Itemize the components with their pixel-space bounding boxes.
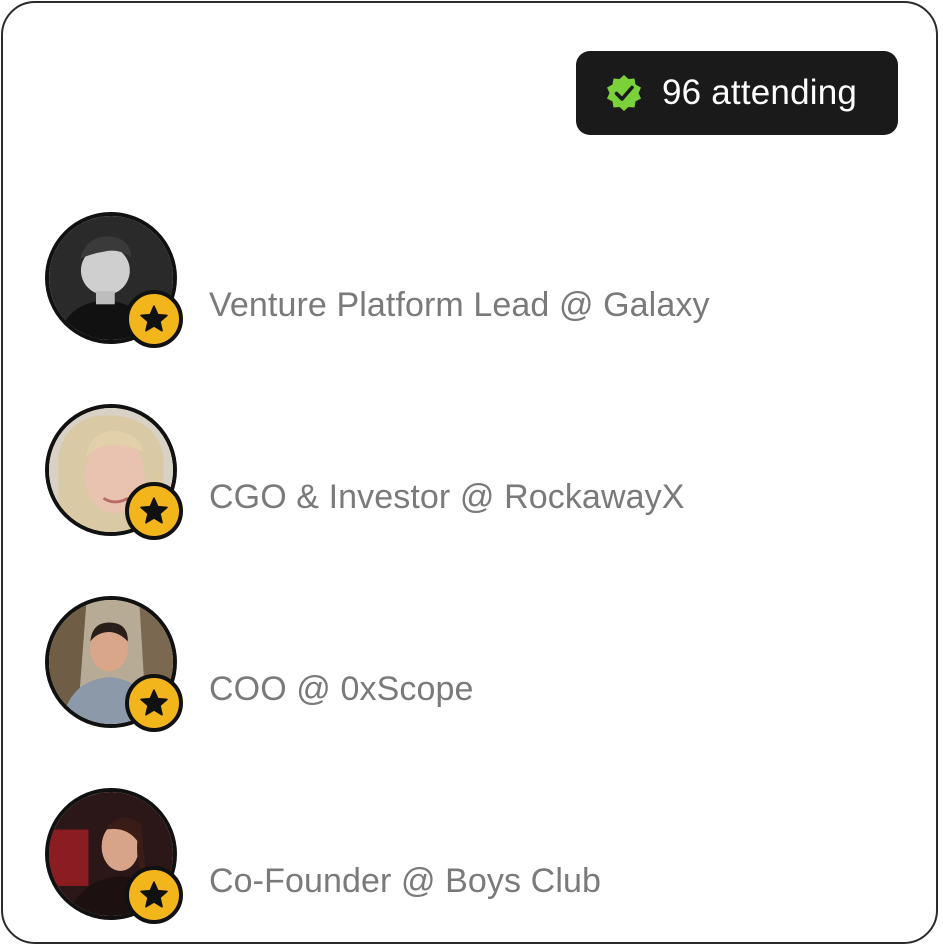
attendee-title: CGO & Investor @ RockawayX xyxy=(209,478,685,516)
star-icon xyxy=(140,497,168,524)
attendee-row[interactable]: Venture Platform Lead @ Galaxy xyxy=(45,212,905,348)
star-icon xyxy=(140,689,168,716)
attendee-title: Co-Founder @ Boys Club xyxy=(209,862,601,900)
featured-badge xyxy=(125,866,183,924)
attending-count-badge[interactable]: 96 attending xyxy=(576,51,898,135)
verified-check-icon xyxy=(607,75,641,111)
featured-badge xyxy=(125,290,183,348)
star-icon xyxy=(140,305,168,332)
attendees-card: 96 attending Venture Platform Lead @ Gal… xyxy=(1,1,938,944)
attendee-title: Venture Platform Lead @ Galaxy xyxy=(209,286,710,324)
featured-badge xyxy=(125,674,183,732)
attendee-row[interactable]: COO @ 0xScope xyxy=(45,596,905,732)
attendee-row[interactable]: Co-Founder @ Boys Club xyxy=(45,788,905,924)
featured-badge xyxy=(125,482,183,540)
star-icon xyxy=(140,881,168,908)
attendee-row[interactable]: CGO & Investor @ RockawayX xyxy=(45,404,905,540)
attendee-title: COO @ 0xScope xyxy=(209,670,474,708)
attending-count-label: 96 attending xyxy=(662,73,858,112)
